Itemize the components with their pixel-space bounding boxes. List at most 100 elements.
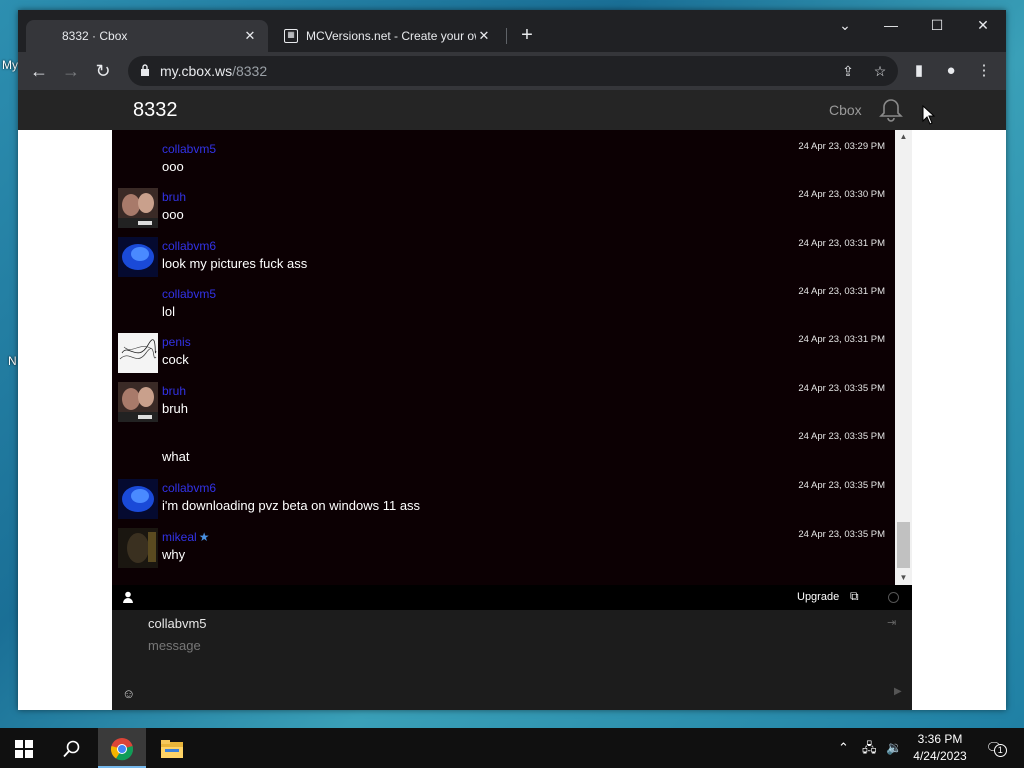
message-username[interactable]: collabvm5 xyxy=(162,142,216,156)
avatar xyxy=(118,382,158,422)
notification-count: 1 xyxy=(993,744,1007,757)
user-icon[interactable] xyxy=(122,591,134,603)
network-icon[interactable]: 🖧 xyxy=(862,728,877,768)
url-text[interactable]: my.cbox.ws/8332 xyxy=(160,63,267,79)
message-username[interactable]: collabvm6 xyxy=(162,481,216,495)
message-username[interactable]: bruh xyxy=(162,190,186,204)
new-tab-icon[interactable]: + xyxy=(516,24,538,46)
bell-icon[interactable] xyxy=(878,97,904,123)
windows-logo-icon xyxy=(15,739,33,758)
notification-center-icon[interactable]: 🗨1 xyxy=(982,728,1007,768)
external-link-icon[interactable]: ⧉ xyxy=(850,589,859,604)
bookmark-star-icon[interactable]: ☆ xyxy=(870,61,890,81)
message-time: 24 Apr 23, 03:35 PM xyxy=(798,529,885,540)
emoji-icon[interactable]: ☺ xyxy=(122,686,135,701)
message-time: 24 Apr 23, 03:35 PM xyxy=(798,383,885,394)
sign-in-icon[interactable]: ⇥ xyxy=(887,616,896,629)
tab-title: 8332 · Cbox xyxy=(62,29,128,43)
message-text: why xyxy=(162,547,186,562)
message-time: 24 Apr 23, 03:31 PM xyxy=(798,334,885,345)
message-list[interactable]: collabvm5 ooo 24 Apr 23, 03:29 PM bruh o… xyxy=(112,130,895,585)
message-row: collabvm6 look my pictures fuck ass 24 A… xyxy=(112,235,895,283)
forward-icon[interactable]: → xyxy=(58,58,84,84)
scroll-down-icon[interactable]: ▼ xyxy=(895,571,912,585)
message-time: 24 Apr 23, 03:30 PM xyxy=(798,189,885,200)
message-time: 24 Apr 23, 03:31 PM xyxy=(798,286,885,297)
close-icon[interactable]: ✕ xyxy=(242,28,258,44)
message-input[interactable] xyxy=(142,634,882,656)
message-row: collabvm6 i'm downloading pvz beta on wi… xyxy=(112,477,895,525)
message-text: ooo xyxy=(162,207,184,222)
address-bar[interactable]: my.cbox.ws/8332 ⇪ ☆ xyxy=(128,56,898,86)
message-text: lol xyxy=(162,304,176,319)
file-explorer-icon[interactable] xyxy=(148,728,196,768)
message-time: 24 Apr 23, 03:35 PM xyxy=(798,431,885,442)
cbox-header: 8332 Cbox xyxy=(18,90,1006,130)
lock-icon[interactable] xyxy=(140,64,150,76)
tab-mcversions[interactable]: ▦ MCVersions.net - Create your ow ✕ xyxy=(270,20,502,52)
message-composer: collabvm5 ⇥ ☺ ▶ xyxy=(112,610,912,710)
desktop-icon-label[interactable]: My xyxy=(2,58,18,72)
volume-icon[interactable]: 🔉 xyxy=(886,728,902,768)
search-icon[interactable] xyxy=(48,728,96,768)
tab-strip: 8332 · Cbox ✕ ▦ MCVersions.net - Create … xyxy=(18,10,1006,52)
scroll-up-icon[interactable]: ▲ xyxy=(895,130,912,144)
upgrade-link[interactable]: Upgrade xyxy=(797,591,839,603)
page-title: 8332 xyxy=(133,99,178,121)
taskbar: ⌃ 🖧 🔉 3:36 PM 4/24/2023 🗨1 xyxy=(0,728,1024,768)
message-time: 24 Apr 23, 03:31 PM xyxy=(798,238,885,249)
connection-status-icon xyxy=(888,592,899,603)
close-window-icon[interactable]: ✕ xyxy=(960,10,1006,40)
maximize-icon[interactable]: ☐ xyxy=(914,10,960,40)
tab-search-icon[interactable]: ⌄ xyxy=(822,10,868,40)
browser-toolbar: ← → ↻ my.cbox.ws/8332 ⇪ ☆ ▮ ● ⋮ xyxy=(18,52,1006,90)
message-username[interactable]: bruh xyxy=(162,384,186,398)
message-text: cock xyxy=(162,352,189,367)
star-icon: ★ xyxy=(198,530,210,544)
side-panel-icon[interactable]: ▮ xyxy=(908,60,930,82)
back-icon[interactable]: ← xyxy=(26,58,52,84)
message-row: collabvm5 ooo 24 Apr 23, 03:29 PM xyxy=(112,138,895,186)
clock[interactable]: 3:36 PM 4/24/2023 xyxy=(905,731,975,765)
desktop-icon-label[interactable]: N xyxy=(8,354,17,368)
chat-status-bar: Upgrade ⧉ xyxy=(112,585,912,610)
menu-icon[interactable]: ⋮ xyxy=(973,60,995,82)
close-icon[interactable]: ✕ xyxy=(476,28,492,44)
composer-username[interactable]: collabvm5 xyxy=(148,616,207,631)
reload-icon[interactable]: ↻ xyxy=(90,58,116,84)
message-text: what xyxy=(162,449,190,464)
scroll-thumb[interactable] xyxy=(897,522,910,568)
profile-icon[interactable]: ● xyxy=(940,60,962,82)
message-row: collabvm5 lol 24 Apr 23, 03:31 PM xyxy=(112,283,895,331)
start-button[interactable] xyxy=(0,728,48,768)
cbox-brand-link[interactable]: Cbox xyxy=(829,102,862,118)
web-page: 8332 Cbox collabvm5 ooo 24 Apr 23, 03:29… xyxy=(18,90,1006,710)
message-time: 24 Apr 23, 03:35 PM xyxy=(798,480,885,491)
mouse-cursor-icon xyxy=(922,105,936,125)
chrome-taskbar-icon[interactable] xyxy=(98,728,146,768)
message-username[interactable]: mikeal ★ xyxy=(162,530,209,544)
avatar xyxy=(118,237,158,277)
share-icon[interactable]: ⇪ xyxy=(838,61,858,81)
message-time: 24 Apr 23, 03:29 PM xyxy=(798,141,885,152)
clock-time: 3:36 PM xyxy=(917,732,963,746)
avatar xyxy=(118,479,158,519)
tab-cbox[interactable]: 8332 · Cbox ✕ xyxy=(26,20,268,52)
scrollbar[interactable]: ▲ ▼ xyxy=(895,130,912,585)
favicon-icon: ▦ xyxy=(284,29,298,43)
avatar xyxy=(118,333,158,373)
show-hidden-icons-icon[interactable]: ⌃ xyxy=(838,728,849,768)
browser-window: 8332 · Cbox ✕ ▦ MCVersions.net - Create … xyxy=(18,10,1006,710)
message-text: i'm downloading pvz beta on windows 11 a… xyxy=(162,498,421,513)
minimize-icon[interactable]: — xyxy=(868,10,914,40)
clock-date: 4/24/2023 xyxy=(913,749,967,763)
send-icon[interactable]: ▶ xyxy=(894,686,902,697)
message-username[interactable]: penis xyxy=(162,335,191,349)
message-row: bruh ooo 24 Apr 23, 03:30 PM xyxy=(112,186,895,234)
message-username[interactable]: collabvm5 xyxy=(162,287,216,301)
avatar xyxy=(118,188,158,228)
avatar xyxy=(118,528,158,568)
message-row: penis cock 24 Apr 23, 03:31 PM xyxy=(112,331,895,379)
message-username[interactable]: collabvm6 xyxy=(162,239,216,253)
message-text: bruh xyxy=(162,401,189,416)
